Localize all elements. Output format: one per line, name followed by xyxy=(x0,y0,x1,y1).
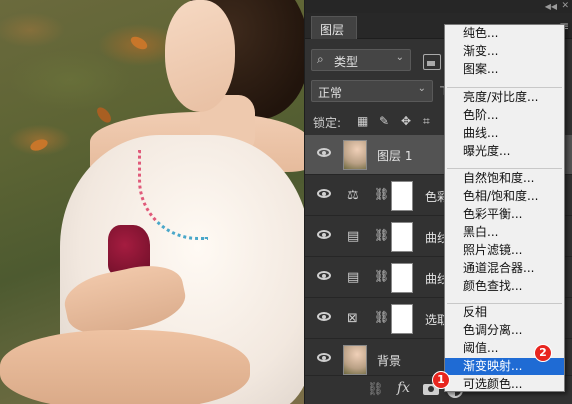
menu-item[interactable]: 色调分离... xyxy=(445,322,564,339)
menu-item[interactable]: 黑白... xyxy=(445,224,564,241)
menu-item[interactable]: 通道混合器... xyxy=(445,260,564,277)
fx-icon[interactable]: fx xyxy=(397,380,410,396)
link-icon: ⛓ xyxy=(374,228,390,242)
menu-item[interactable]: 曲线... xyxy=(445,125,564,142)
eye-icon[interactable] xyxy=(317,230,331,239)
eye-icon[interactable] xyxy=(317,353,331,362)
lock-label: 锁定: xyxy=(313,116,342,130)
eye-icon[interactable] xyxy=(317,148,331,157)
link-icon: ⛓ xyxy=(374,269,390,283)
collapse-icon[interactable]: ◀◀ xyxy=(545,2,557,11)
adjustment-menu: 纯色... 渐变... 图案... 亮度/对比度... 色阶... 曲线... … xyxy=(444,24,565,392)
menu-item[interactable]: 渐变... xyxy=(445,43,564,60)
link-icon: ⛓ xyxy=(374,310,390,324)
mask-thumbnail xyxy=(391,263,413,293)
lock-paint-icon[interactable]: ✎ xyxy=(379,114,389,128)
search-icon: ⌕ xyxy=(317,52,324,66)
menu-separator xyxy=(447,87,562,88)
tab-layers[interactable]: 图层 xyxy=(311,16,357,39)
lock-move-icon[interactable]: ✥ xyxy=(401,114,411,128)
face xyxy=(165,0,235,112)
filter-kind-select[interactable]: ⌕ 类型 ⌄ xyxy=(311,49,411,71)
selective-color-icon: ⊠ xyxy=(347,311,358,326)
menu-item[interactable]: 照片滤镜... xyxy=(445,242,564,259)
image-filter-icon[interactable] xyxy=(423,54,441,70)
menu-item[interactable]: 色彩平衡... xyxy=(445,206,564,223)
mask-thumbnail xyxy=(391,222,413,252)
menu-item[interactable]: 图案... xyxy=(445,61,564,78)
menu-item[interactable]: 颜色查找... xyxy=(445,278,564,295)
curves-icon: ▤ xyxy=(347,270,360,285)
link-icon: ⛓ xyxy=(374,187,390,201)
link-layers-icon[interactable]: ⛓ xyxy=(367,382,384,397)
layer-name[interactable]: 图层 1 xyxy=(377,147,412,164)
menu-item[interactable]: 曝光度... xyxy=(445,143,564,160)
menu-item[interactable]: 色阶... xyxy=(445,107,564,124)
step-badge: 2 xyxy=(534,344,552,362)
leaf-decor xyxy=(128,34,150,52)
menu-item[interactable]: 亮度/对比度... xyxy=(445,89,564,106)
chevron-down-icon: ⌄ xyxy=(417,83,426,94)
mask-thumbnail xyxy=(391,304,413,334)
blend-mode-label: 正常 xyxy=(318,86,343,100)
leaf-decor xyxy=(28,137,50,153)
menu-item[interactable]: 纯色... xyxy=(445,25,564,42)
close-icon[interactable]: ✕ xyxy=(561,1,569,11)
menu-separator xyxy=(447,168,562,169)
menu-item[interactable]: 自然饱和度... xyxy=(445,170,564,187)
step-badge: 1 xyxy=(432,371,450,389)
arm xyxy=(0,330,250,404)
menu-item[interactable]: 色相/饱和度... xyxy=(445,188,564,205)
layer-name[interactable]: 背景 xyxy=(377,352,401,369)
eye-icon[interactable] xyxy=(317,312,331,321)
photo-canvas[interactable] xyxy=(0,0,304,404)
lock-transparent-icon[interactable]: ▦ xyxy=(357,114,368,128)
chevron-down-icon: ⌄ xyxy=(395,52,404,63)
blend-mode-select[interactable]: 正常 ⌄ xyxy=(311,80,433,102)
lock-artboard-icon[interactable]: ⌗ xyxy=(423,114,430,129)
leaf-decor xyxy=(94,104,114,126)
panel-header-strip: ◀◀ ✕ xyxy=(305,0,572,13)
mask-thumbnail xyxy=(391,181,413,211)
color-balance-icon: ⚖ xyxy=(347,188,359,203)
menu-item[interactable]: 反相 xyxy=(445,304,564,321)
layer-thumbnail xyxy=(343,345,367,375)
layer-thumbnail xyxy=(343,140,367,170)
menu-item[interactable]: 可选颜色... xyxy=(445,376,564,393)
curves-icon: ▤ xyxy=(347,229,360,244)
eye-icon[interactable] xyxy=(317,271,331,280)
filter-kind-label: 类型 xyxy=(334,55,359,69)
eye-icon[interactable] xyxy=(317,189,331,198)
